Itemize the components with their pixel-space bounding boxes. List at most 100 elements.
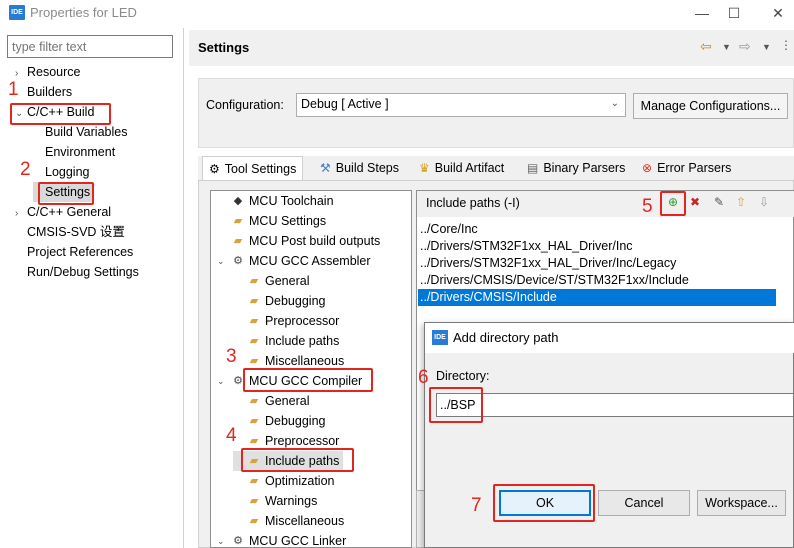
include-path-item[interactable]: ../Drivers/STM32F1xx_HAL_Driver/Inc (418, 238, 633, 255)
forward-menu-chevron-icon[interactable]: ▼ (762, 42, 771, 52)
expand-arrow-icon[interactable]: › (15, 204, 27, 224)
tree-item-label: MCU Post build outputs (249, 234, 381, 248)
tree-item-mcu-settings[interactable]: ▰ MCU Settings (217, 211, 326, 231)
tree-item-label: Warnings (265, 494, 318, 508)
trophy-icon: ♛ (419, 161, 430, 175)
nav-item-resource[interactable]: › Resource (15, 62, 81, 82)
edit-path-icon[interactable]: ✎ (710, 193, 728, 211)
include-path-item-selected[interactable]: ../Drivers/CMSIS/Include (418, 289, 776, 306)
annotation-number: 5 (642, 196, 653, 217)
nav-item-cpp-general[interactable]: › C/C++ General (15, 202, 111, 222)
tab-binary-parsers[interactable]: ▤ Binary Parsers (521, 156, 631, 180)
nav-item-label: Logging (45, 165, 90, 179)
annotation-box (10, 103, 111, 125)
tab-label: Binary Parsers (543, 161, 626, 175)
folder-gear-icon: ▰ (249, 515, 259, 527)
pane-divider[interactable] (183, 28, 184, 548)
close-button[interactable]: ✕ (766, 2, 790, 24)
annotation-box (493, 484, 595, 522)
collapse-arrow-icon[interactable]: ⌄ (217, 251, 227, 271)
nav-item-environment[interactable]: Environment (33, 142, 115, 162)
nav-item-build-variables[interactable]: Build Variables (33, 122, 127, 142)
collapse-arrow-icon[interactable]: ⌄ (217, 531, 227, 547)
annotation-number: 2 (20, 159, 31, 180)
nav-item-label: Builders (27, 85, 73, 99)
folder-gear-icon: ▰ (249, 395, 259, 407)
tab-label: Build Steps (335, 161, 399, 175)
tree-item-compiler-warnings[interactable]: ▰ Warnings (233, 491, 318, 511)
include-path-item[interactable]: ../Core/Inc (418, 221, 478, 238)
tree-item-mcu-gcc-assembler[interactable]: ⌄ ⚙ MCU GCC Assembler (217, 251, 371, 271)
tree-item-assembler-debugging[interactable]: ▰ Debugging (233, 291, 326, 311)
nav-item-run-debug-settings[interactable]: Run/Debug Settings (15, 262, 139, 282)
filter-input[interactable] (7, 35, 173, 58)
configuration-value: Debug [ Active ] (301, 97, 389, 111)
tree-item-label: MCU GCC Linker (249, 534, 347, 548)
nav-item-cmsis-svd[interactable]: CMSIS-SVD 设置 (15, 222, 125, 242)
tab-error-parsers[interactable]: ⊗ Error Parsers (636, 156, 737, 180)
manage-configurations-button[interactable]: Manage Configurations... (633, 93, 788, 119)
folder-gear-icon: ▰ (249, 475, 259, 487)
tree-item-label: Miscellaneous (265, 514, 345, 528)
forward-arrow-icon[interactable]: ⇨ (739, 38, 751, 55)
include-path-item[interactable]: ../Drivers/CMSIS/Device/ST/STM32F1xx/Inc… (418, 272, 689, 289)
annotation-box (241, 448, 354, 472)
directory-input[interactable] (436, 393, 794, 417)
maximize-button[interactable]: ☐ (722, 2, 746, 24)
nav-item-builders[interactable]: Builders (15, 82, 72, 102)
gear-icon: ⚙ (233, 535, 243, 547)
tree-item-label: Include paths (265, 334, 340, 348)
configuration-select[interactable]: Debug [ Active ] ⌄ (296, 93, 626, 117)
tree-item-label: MCU Settings (249, 214, 327, 228)
annotation-number: 1 (8, 79, 19, 100)
tree-item-assembler-include-paths[interactable]: ▰ Include paths (233, 331, 340, 351)
tab-tool-settings[interactable]: ⚙ Tool Settings (202, 156, 304, 180)
ide-logo-icon: IDE (9, 5, 25, 20)
nav-item-project-references[interactable]: Project References (15, 242, 133, 262)
tree-item-label: General (265, 394, 310, 408)
tree-item-mcu-post-build-outputs[interactable]: ▰ MCU Post build outputs (217, 231, 381, 251)
tree-item-compiler-general[interactable]: ▰ General (233, 391, 310, 411)
gear-icon: ⚙ (233, 255, 243, 267)
tab-build-artifact[interactable]: ♛ Build Artifact (413, 156, 510, 180)
tree-item-compiler-debugging[interactable]: ▰ Debugging (233, 411, 326, 431)
include-path-item[interactable]: ../Drivers/STM32F1xx_HAL_Driver/Inc/Lega… (418, 255, 676, 272)
annotation-box (243, 368, 373, 392)
workspace-button[interactable]: Workspace... (697, 490, 786, 516)
cancel-button[interactable]: Cancel (598, 490, 690, 516)
tab-label: Build Artifact (434, 161, 505, 175)
back-arrow-icon[interactable]: ⇦ (700, 38, 712, 55)
tree-item-label: MCU GCC Assembler (249, 254, 371, 268)
page-title: Settings (198, 40, 250, 55)
annotation-number: 4 (226, 425, 237, 446)
dialog-title: Add directory path (453, 330, 559, 345)
tree-item-mcu-toolchain[interactable]: ◆ MCU Toolchain (217, 191, 334, 211)
minimize-button[interactable]: — (690, 2, 714, 24)
nav-item-label: Build Variables (45, 125, 128, 139)
chevron-down-icon: ⌄ (610, 98, 619, 109)
tree-item-compiler-miscellaneous[interactable]: ▰ Miscellaneous (233, 511, 344, 531)
folder-gear-icon: ▰ (233, 235, 243, 247)
move-up-icon[interactable]: ⇧ (732, 193, 750, 211)
tree-item-compiler-optimization[interactable]: ▰ Optimization (233, 471, 335, 491)
tab-label: Tool Settings (224, 161, 297, 176)
back-menu-chevron-icon[interactable]: ▼ (722, 42, 731, 52)
include-paths-title: Include paths (-I) (426, 196, 520, 210)
move-down-icon[interactable]: ⇩ (755, 193, 773, 211)
build-steps-icon: ⚒ (320, 161, 331, 175)
window-title: Properties for LED (30, 5, 137, 20)
tree-item-label: Debugging (265, 294, 326, 308)
nav-item-label: Run/Debug Settings (27, 265, 139, 279)
nav-item-logging[interactable]: Logging (33, 162, 90, 182)
tree-item-assembler-preprocessor[interactable]: ▰ Preprocessor (233, 311, 340, 331)
tree-item-mcu-gcc-linker[interactable]: ⌄ ⚙ MCU GCC Linker (217, 531, 347, 548)
nav-item-label: C/C++ General (27, 205, 112, 219)
delete-path-icon[interactable]: ✖ (686, 193, 704, 211)
collapse-arrow-icon[interactable]: ⌄ (217, 371, 227, 391)
view-menu-icon[interactable]: ⋮ (780, 38, 792, 52)
folder-gear-icon: ▰ (249, 315, 259, 327)
tree-item-assembler-general[interactable]: ▰ General (233, 271, 310, 291)
annotation-box (38, 182, 94, 205)
tab-build-steps[interactable]: ⚒ Build Steps (314, 156, 405, 180)
error-icon: ⊗ (642, 161, 653, 175)
